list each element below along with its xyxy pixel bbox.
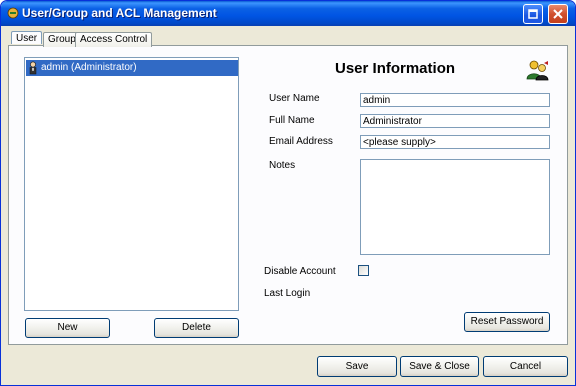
- user-list[interactable]: admin (Administrator): [24, 57, 239, 311]
- list-item[interactable]: admin (Administrator): [26, 60, 238, 76]
- close-icon: [553, 9, 563, 19]
- cancel-button[interactable]: Cancel: [483, 356, 568, 377]
- notes-textarea[interactable]: [360, 159, 550, 255]
- email-label: Email Address: [269, 136, 333, 147]
- notes-label: Notes: [269, 160, 296, 171]
- user-icon: [29, 61, 37, 75]
- window-title: User/Group and ACL Management: [22, 6, 217, 20]
- username-field[interactable]: admin: [360, 93, 550, 107]
- reset-password-button[interactable]: Reset Password: [464, 312, 550, 332]
- close-button[interactable]: [548, 4, 568, 24]
- delete-button[interactable]: Delete: [154, 318, 239, 338]
- title-bar[interactable]: User/Group and ACL Management: [1, 1, 575, 26]
- users-icon: [526, 60, 549, 81]
- list-item-label: admin (Administrator): [41, 62, 137, 73]
- tab-user[interactable]: User: [11, 31, 43, 44]
- acl-management-window: User/Group and ACL Management User Group…: [0, 0, 576, 386]
- save-button[interactable]: Save: [317, 356, 397, 377]
- email-field[interactable]: <please supply>: [360, 135, 550, 149]
- restore-icon: [528, 9, 538, 19]
- app-icon: [7, 7, 19, 19]
- section-title: User Information: [335, 60, 456, 77]
- restore-button[interactable]: [523, 4, 543, 24]
- username-label: User Name: [269, 93, 320, 104]
- fullname-field[interactable]: Administrator: [360, 114, 550, 128]
- new-button[interactable]: New: [25, 318, 110, 338]
- save-close-button[interactable]: Save & Close: [400, 356, 479, 377]
- disable-account-label: Disable Account: [264, 266, 336, 277]
- tab-access-control[interactable]: Access Control: [75, 32, 153, 47]
- last-login-label: Last Login: [264, 288, 311, 299]
- disable-account-checkbox[interactable]: [358, 265, 369, 276]
- fullname-label: Full Name: [269, 115, 315, 126]
